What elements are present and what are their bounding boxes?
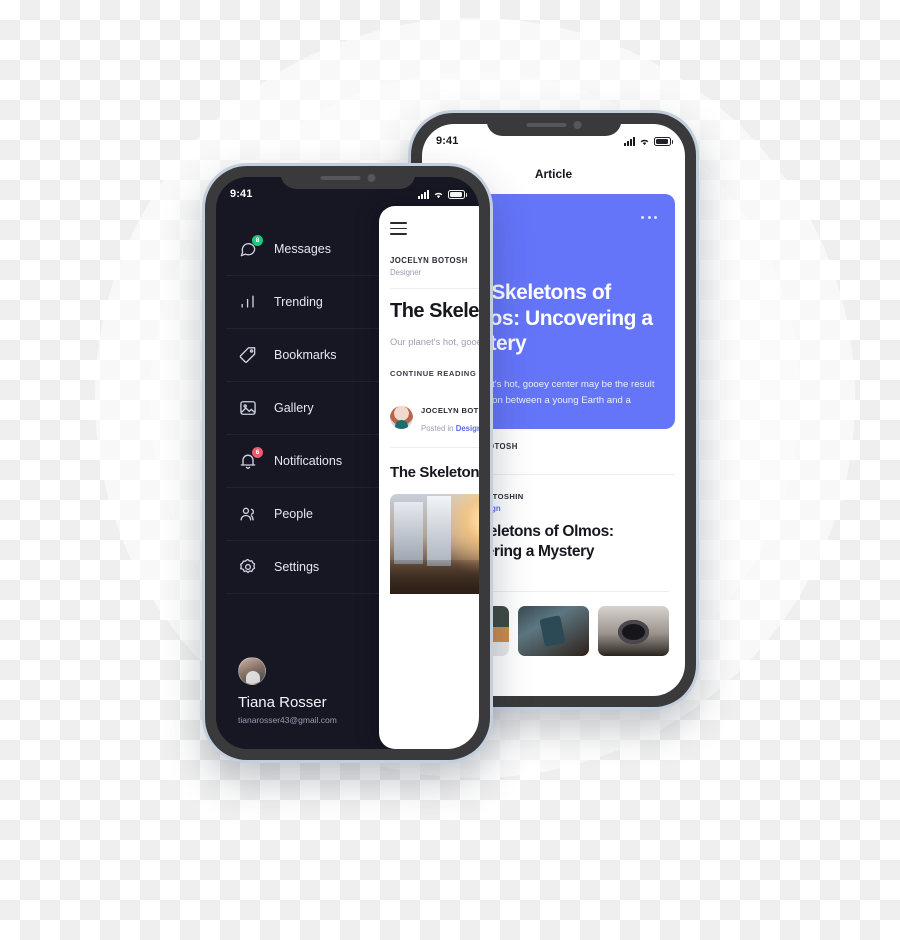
card-title: The Skeletons of Olmos: Uncovering a Mys… xyxy=(390,299,479,322)
earpiece-speaker xyxy=(526,122,566,127)
sidebar-item-label: Gallery xyxy=(274,401,314,415)
wifi-icon xyxy=(433,190,444,199)
left-phone-notch xyxy=(280,166,415,189)
card-byline: JOCELYN BOTOSHIN Posted in Design xyxy=(390,400,479,436)
canvas: 9:41 Article The Skeletons of Olmos: Unc… xyxy=(0,0,900,940)
earpiece-speaker xyxy=(320,175,360,180)
chat-bubble-icon: 8 xyxy=(238,235,263,259)
card-byline-category-link[interactable]: Design xyxy=(456,424,479,433)
right-navbar-title: Article xyxy=(534,167,573,181)
card-byline-prefix: Posted in xyxy=(421,423,456,433)
card-byline-name: JOCELYN BOTOSHIN xyxy=(421,405,479,415)
card-body: Our planet's hot, gooey center may be th… xyxy=(390,336,479,348)
more-horizontal-icon[interactable] xyxy=(641,216,657,219)
right-phone-notch xyxy=(486,113,621,136)
tag-icon xyxy=(238,345,258,365)
continue-reading-link[interactable]: CONTINUE READING xyxy=(390,369,479,378)
gear-icon xyxy=(238,557,258,577)
people-icon xyxy=(238,504,258,524)
notifications-badge: 6 xyxy=(252,447,263,458)
card-byline-sub: Posted in Design xyxy=(421,424,479,433)
front-camera-icon xyxy=(367,173,375,182)
left-status-time: 9:41 xyxy=(230,188,253,200)
card-divider-2 xyxy=(390,446,479,448)
messages-badge: 8 xyxy=(252,235,263,246)
card-author-role: Designer xyxy=(390,267,422,277)
card-author: JOCELYN BOTOSH xyxy=(390,255,468,265)
device-left-drawer-phone: 9:41 8 Messages Trending Bookmarks Galle… xyxy=(205,166,490,760)
hand-holding-phone-photo[interactable] xyxy=(518,606,589,656)
battery-full-icon xyxy=(448,189,467,199)
card-divider-1 xyxy=(390,287,479,289)
city-street-sunset-photo[interactable] xyxy=(390,494,479,595)
bell-icon: 6 xyxy=(238,447,263,471)
sidebar-item-label: Messages xyxy=(274,242,331,256)
sidebar-item-label: Bookmarks xyxy=(274,348,337,362)
hamburger-menu-icon[interactable] xyxy=(390,222,407,235)
wifi-icon xyxy=(639,137,650,146)
avatar[interactable] xyxy=(238,657,266,685)
cellular-bars-icon xyxy=(418,189,429,199)
sidebar-item-label: Notifications xyxy=(274,454,343,468)
card-next-title[interactable]: The Skeletons of Olmos: Uncovering a Mys… xyxy=(390,464,479,483)
sidebar-item-label: Trending xyxy=(274,295,323,309)
article-preview-card: JOCELYN BOTOSH Designer The Skeletons of… xyxy=(379,206,479,749)
sidebar-item-label: Settings xyxy=(274,560,320,574)
battery-full-icon xyxy=(654,136,673,146)
avatar[interactable] xyxy=(390,406,413,430)
cellular-bars-icon xyxy=(624,136,635,146)
right-status-time: 9:41 xyxy=(436,135,459,147)
front-camera-icon xyxy=(573,120,581,129)
left-phone-screen: 9:41 8 Messages Trending Bookmarks Galle… xyxy=(216,177,479,749)
sidebar-item-label: People xyxy=(274,507,313,521)
image-icon xyxy=(238,398,258,418)
bar-chart-icon xyxy=(238,292,258,312)
person-with-camera-photo[interactable] xyxy=(598,606,669,656)
